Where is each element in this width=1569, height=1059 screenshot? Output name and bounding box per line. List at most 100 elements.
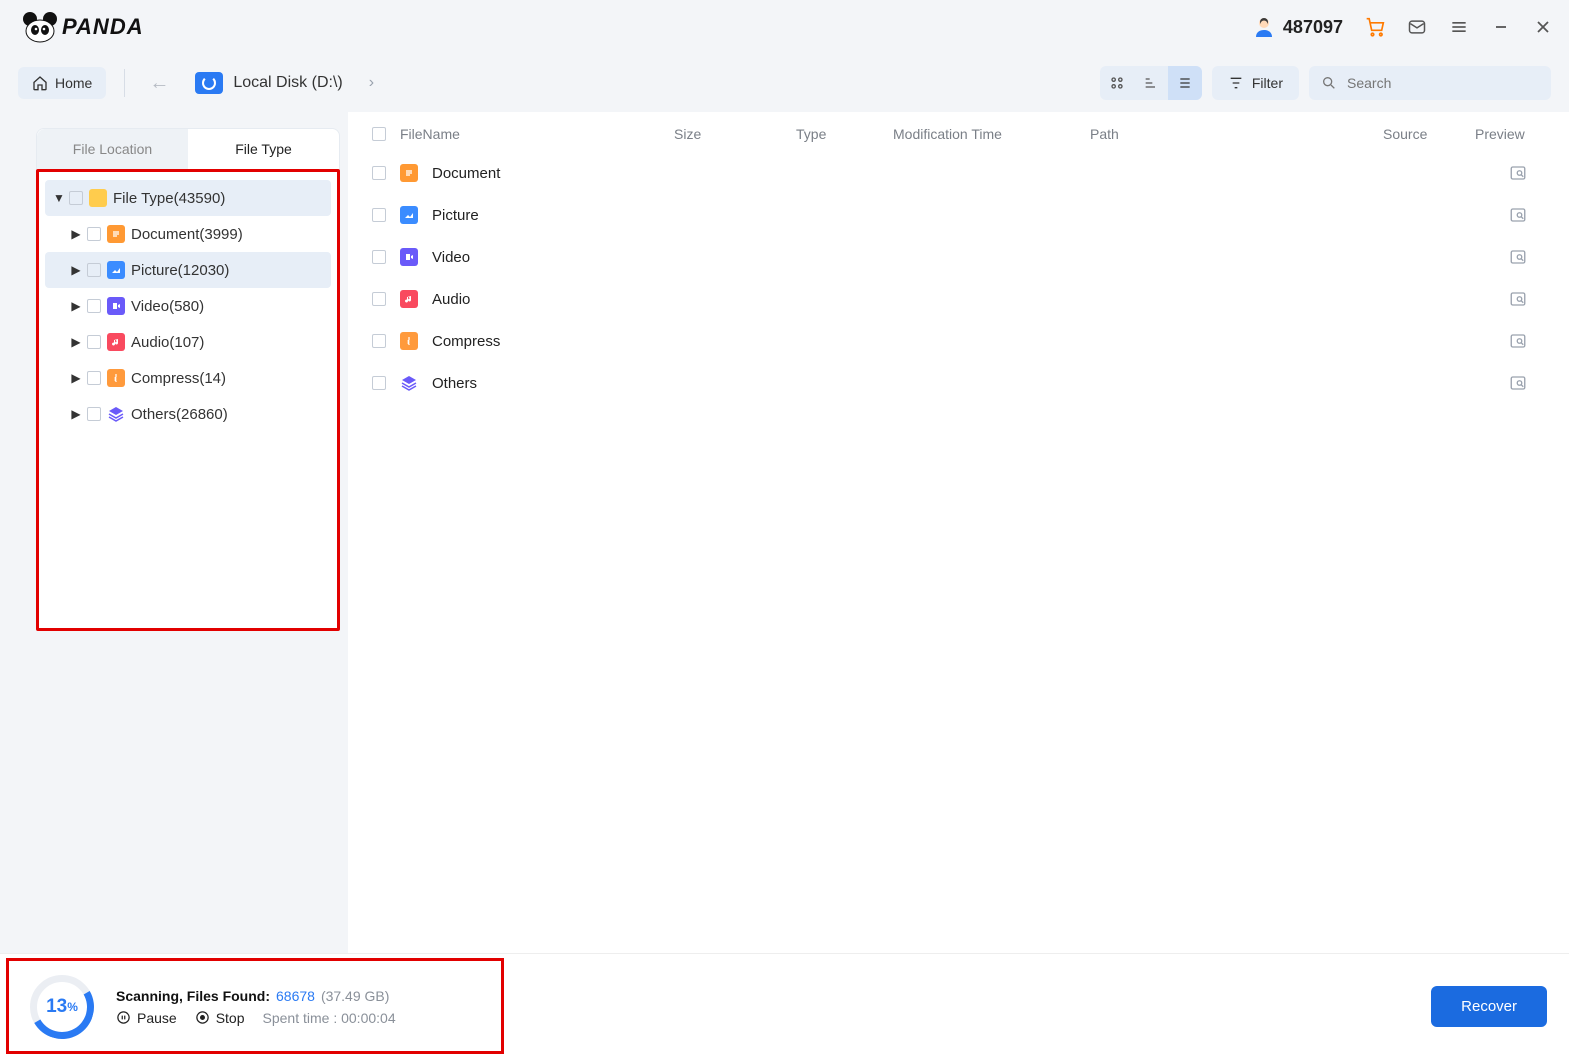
checkbox[interactable] xyxy=(87,371,101,385)
breadcrumb-disk[interactable]: Local Disk (D:\) › xyxy=(191,68,378,98)
checkbox[interactable] xyxy=(372,166,386,180)
search-input[interactable] xyxy=(1347,75,1539,91)
caret-right-icon: ▶ xyxy=(71,227,81,241)
title-bar: PANDA 487097 xyxy=(0,0,1569,54)
tree-item-others[interactable]: ▶ Others(26860) xyxy=(45,396,331,432)
home-button[interactable]: Home xyxy=(18,67,106,99)
select-all-checkbox[interactable] xyxy=(372,127,386,141)
pause-button[interactable]: Pause xyxy=(116,1010,177,1026)
table-row[interactable]: Picture xyxy=(348,194,1569,236)
app-logo: PANDA xyxy=(22,11,144,43)
menu-icon[interactable] xyxy=(1449,17,1469,37)
table-row[interactable]: Video xyxy=(348,236,1569,278)
folder-icon xyxy=(89,189,107,207)
view-grid-button[interactable] xyxy=(1100,66,1134,100)
row-label: Others xyxy=(432,375,477,392)
tree-item-label: Others(26860) xyxy=(131,406,228,423)
col-source[interactable]: Source xyxy=(1383,126,1463,142)
preview-icon[interactable] xyxy=(1509,290,1545,308)
view-detail-button[interactable] xyxy=(1134,66,1168,100)
table-row[interactable]: Others xyxy=(348,362,1569,404)
tree-highlight-box: ▼ File Type(43590) ▶Document(3999)▶Pictu… xyxy=(36,169,340,631)
tab-file-location[interactable]: File Location xyxy=(37,129,188,169)
back-button[interactable]: ← xyxy=(143,72,175,95)
search-box[interactable] xyxy=(1309,66,1551,100)
sidebar-tabs: File Location File Type xyxy=(36,128,340,169)
tree-item-compress[interactable]: ▶ Compress(14) xyxy=(45,360,331,396)
close-icon[interactable] xyxy=(1533,17,1553,37)
row-label: Compress xyxy=(432,333,500,350)
checkbox[interactable] xyxy=(372,334,386,348)
document-icon xyxy=(107,225,125,243)
disk-label: Local Disk (D:\) xyxy=(233,74,342,92)
recover-button[interactable]: Recover xyxy=(1431,986,1547,1027)
preview-icon[interactable] xyxy=(1509,206,1545,224)
tree-item-document[interactable]: ▶Document(3999) xyxy=(45,216,331,252)
preview-icon[interactable] xyxy=(1509,332,1545,350)
separator xyxy=(124,69,125,97)
col-size[interactable]: Size xyxy=(674,126,784,142)
col-preview[interactable]: Preview xyxy=(1475,126,1545,142)
checkbox[interactable] xyxy=(87,299,101,313)
checkbox[interactable] xyxy=(69,191,83,205)
tab-file-type[interactable]: File Type xyxy=(188,129,339,169)
stop-button[interactable]: Stop xyxy=(195,1010,245,1026)
panda-icon xyxy=(22,11,58,43)
col-modtime[interactable]: Modification Time xyxy=(893,126,1078,142)
minimize-icon[interactable] xyxy=(1491,17,1511,37)
spent-time: Spent time : 00:00:04 xyxy=(263,1010,396,1026)
search-icon xyxy=(1321,75,1337,91)
user-badge[interactable]: 487097 xyxy=(1253,16,1343,38)
checkbox[interactable] xyxy=(372,376,386,390)
progress-ring: 13% xyxy=(30,975,94,1039)
tree-item-audio[interactable]: ▶Audio(107) xyxy=(45,324,331,360)
checkbox[interactable] xyxy=(87,335,101,349)
mail-icon[interactable] xyxy=(1407,17,1427,37)
checkbox[interactable] xyxy=(372,292,386,306)
cart-icon[interactable] xyxy=(1365,17,1385,37)
tree-item-picture[interactable]: ▶Picture(12030) xyxy=(45,252,331,288)
caret-right-icon: ▶ xyxy=(71,335,81,349)
checkbox[interactable] xyxy=(372,250,386,264)
brand-text: PANDA xyxy=(62,14,144,40)
preview-icon[interactable] xyxy=(1509,164,1545,182)
checkbox[interactable] xyxy=(87,407,101,421)
video-icon xyxy=(400,248,418,266)
col-type[interactable]: Type xyxy=(796,126,881,142)
stop-icon xyxy=(195,1010,210,1025)
compress-icon xyxy=(107,369,125,387)
checkbox[interactable] xyxy=(87,227,101,241)
others-icon xyxy=(400,374,418,392)
preview-icon[interactable] xyxy=(1509,374,1545,392)
table-row[interactable]: Document xyxy=(348,152,1569,194)
home-label: Home xyxy=(55,75,92,91)
caret-right-icon: ▶ xyxy=(71,407,81,421)
view-list-button[interactable] xyxy=(1168,66,1202,100)
table-row[interactable]: Compress xyxy=(348,320,1569,362)
home-icon xyxy=(32,75,48,91)
toolbar: Home ← Local Disk (D:\) › Filter xyxy=(0,54,1569,112)
table-row[interactable]: Audio xyxy=(348,278,1569,320)
caret-right-icon: ▶ xyxy=(71,263,81,277)
scan-label: Scanning, Files Found: xyxy=(116,988,270,1004)
tree-item-label: Compress(14) xyxy=(131,370,226,387)
filter-icon xyxy=(1228,75,1244,91)
col-path[interactable]: Path xyxy=(1090,126,1371,142)
tree-item-video[interactable]: ▶Video(580) xyxy=(45,288,331,324)
row-label: Audio xyxy=(432,291,470,308)
caret-down-icon: ▼ xyxy=(53,191,63,205)
col-filename[interactable]: FileName xyxy=(400,126,460,142)
user-id: 487097 xyxy=(1283,17,1343,38)
tree-item-label: Video(580) xyxy=(131,298,204,315)
picture-icon xyxy=(107,261,125,279)
filter-label: Filter xyxy=(1252,75,1283,91)
filter-button[interactable]: Filter xyxy=(1212,66,1299,100)
tree-root[interactable]: ▼ File Type(43590) xyxy=(45,180,331,216)
preview-icon[interactable] xyxy=(1509,248,1545,266)
row-label: Document xyxy=(432,165,500,182)
chevron-right-icon: › xyxy=(369,74,374,92)
checkbox[interactable] xyxy=(87,263,101,277)
caret-right-icon: ▶ xyxy=(71,371,81,385)
compress-icon xyxy=(400,332,418,350)
checkbox[interactable] xyxy=(372,208,386,222)
